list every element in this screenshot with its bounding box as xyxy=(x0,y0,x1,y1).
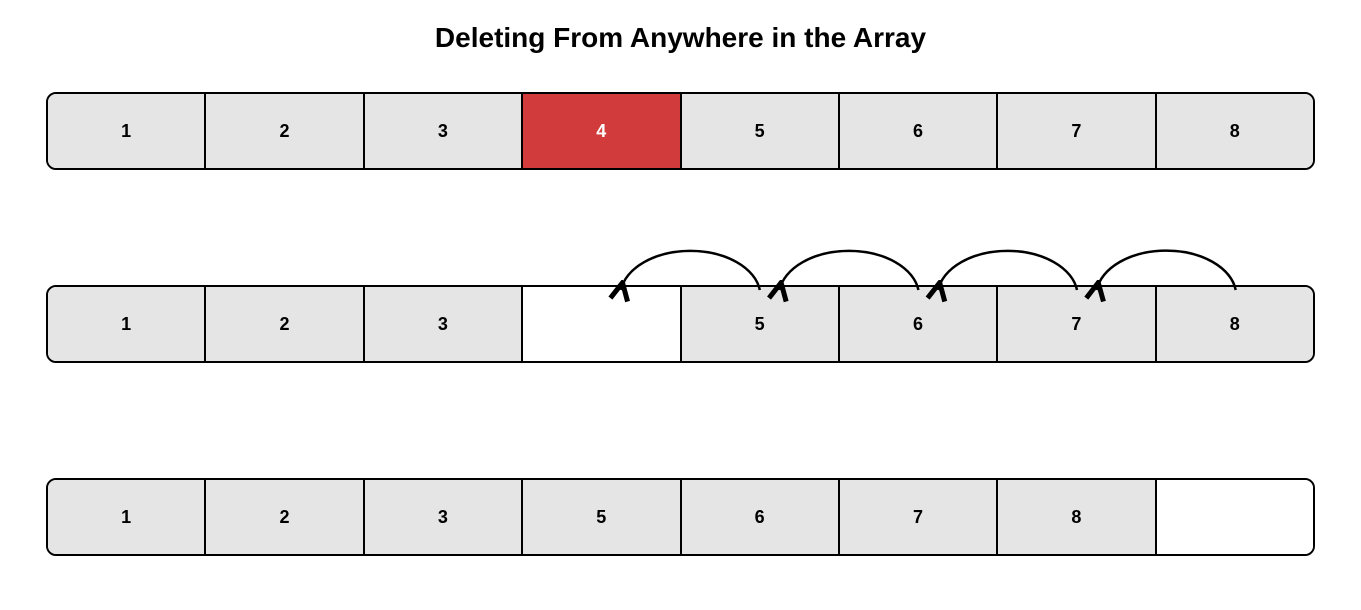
cell-r1-3: 4 xyxy=(523,94,681,168)
cell-r3-7 xyxy=(1157,480,1313,554)
array-row-3: 1 2 3 5 6 7 8 xyxy=(46,478,1315,556)
cell-r3-3: 5 xyxy=(523,480,681,554)
cell-r2-2: 3 xyxy=(365,287,523,361)
array-row-3-wrap: 1 2 3 5 6 7 8 xyxy=(0,478,1361,556)
cell-r3-1: 2 xyxy=(206,480,364,554)
cell-r2-7: 8 xyxy=(1157,287,1313,361)
array-row-2-wrap: 1 2 3 5 6 7 8 xyxy=(0,285,1361,363)
cell-r2-3 xyxy=(523,287,681,361)
cell-r1-2: 3 xyxy=(365,94,523,168)
cell-r2-0: 1 xyxy=(48,287,206,361)
cell-r2-1: 2 xyxy=(206,287,364,361)
cell-r1-0: 1 xyxy=(48,94,206,168)
array-row-2: 1 2 3 5 6 7 8 xyxy=(46,285,1315,363)
cell-r1-4: 5 xyxy=(682,94,840,168)
cell-r3-2: 3 xyxy=(365,480,523,554)
cell-r1-7: 8 xyxy=(1157,94,1313,168)
cell-r2-5: 6 xyxy=(840,287,998,361)
diagram-title: Deleting From Anywhere in the Array xyxy=(0,0,1361,64)
cell-r3-6: 8 xyxy=(998,480,1156,554)
cell-r2-6: 7 xyxy=(998,287,1156,361)
cell-r1-6: 7 xyxy=(998,94,1156,168)
cell-r3-4: 6 xyxy=(682,480,840,554)
cell-r1-1: 2 xyxy=(206,94,364,168)
array-row-1-wrap: 1 2 3 4 5 6 7 8 xyxy=(0,92,1361,170)
cell-r3-0: 1 xyxy=(48,480,206,554)
cell-r3-5: 7 xyxy=(840,480,998,554)
cell-r1-5: 6 xyxy=(840,94,998,168)
cell-r2-4: 5 xyxy=(682,287,840,361)
array-row-1: 1 2 3 4 5 6 7 8 xyxy=(46,92,1315,170)
